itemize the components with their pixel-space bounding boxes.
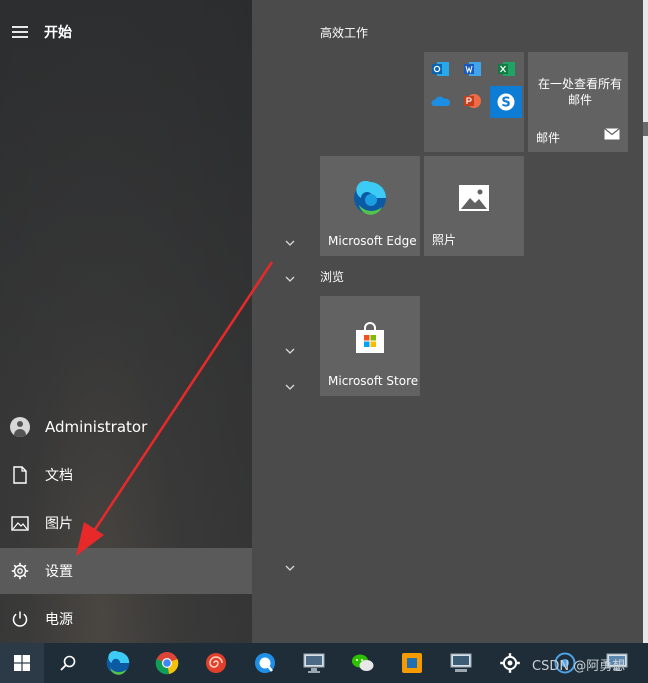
windows-start-button[interactable] (0, 643, 44, 683)
chrome-icon[interactable] (147, 643, 187, 683)
app-q-icon[interactable] (245, 643, 285, 683)
excel-icon[interactable] (496, 58, 518, 80)
user-avatar-icon (10, 417, 30, 437)
chevron-down-icon[interactable] (284, 383, 296, 391)
taskbar: CSDN @阿勇想 (0, 643, 648, 683)
photos-tile-label: 照片 (432, 233, 457, 247)
store-tile-label: Microsoft Store (328, 374, 419, 388)
word-icon[interactable] (462, 58, 484, 80)
nav-item-power-label: 电源 (45, 612, 73, 628)
power-icon (10, 609, 30, 629)
chevron-down-icon[interactable] (284, 275, 296, 283)
network-computer-icon[interactable] (441, 643, 481, 683)
edge-tile[interactable]: Microsoft Edge (320, 156, 420, 256)
search-icon[interactable] (48, 643, 88, 683)
mail-tile-text: 在一处查看所有邮件 (537, 77, 622, 107)
nav-item-documents-label: 文档 (45, 468, 73, 484)
powerpoint-icon[interactable] (462, 90, 484, 112)
photos-tile[interactable]: 照片 (424, 156, 524, 256)
nav-item-user-label: Administrator (45, 418, 148, 436)
settings-taskbar-icon[interactable] (490, 643, 530, 683)
hamburger-icon[interactable] (12, 26, 28, 38)
chevron-down-icon[interactable] (284, 564, 296, 572)
watermark-text: CSDN @阿勇想 (532, 659, 626, 674)
edge-icon (353, 180, 387, 219)
mail-tile-label: 邮件 (536, 131, 561, 145)
svg-text:S: S (501, 96, 510, 111)
group-title-browse[interactable]: 浏览 (320, 268, 344, 285)
chevron-down-icon[interactable] (284, 239, 296, 247)
envelope-icon (604, 125, 620, 144)
nav-item-documents[interactable]: 文档 (0, 452, 252, 498)
mail-tile[interactable]: 在一处查看所有邮件 邮件 (528, 52, 628, 152)
snail-app-icon[interactable] (196, 643, 236, 683)
nav-item-pictures-label: 图片 (45, 516, 73, 532)
wechat-icon[interactable] (343, 643, 383, 683)
onedrive-icon[interactable] (430, 90, 452, 112)
edge-tile-label: Microsoft Edge (328, 234, 417, 248)
background-window-edge (643, 0, 648, 643)
edge-taskbar-icon[interactable] (98, 643, 138, 683)
remote-desktop-icon[interactable] (294, 643, 334, 683)
outlook-icon[interactable] (430, 58, 452, 80)
nav-item-user[interactable]: Administrator (0, 404, 252, 450)
group-title-productivity[interactable]: 高效工作 (320, 24, 368, 41)
windows-logo-icon (14, 655, 30, 671)
nav-item-power[interactable]: 电源 (0, 596, 252, 642)
app-orange-icon[interactable] (392, 643, 432, 683)
store-tile[interactable]: Microsoft Store (320, 296, 420, 396)
picture-icon (10, 513, 30, 533)
chevron-down-icon[interactable] (284, 347, 296, 355)
skype-icon[interactable]: S (490, 86, 522, 118)
photos-icon (459, 185, 489, 215)
nav-item-pictures[interactable]: 图片 (0, 500, 252, 546)
nav-item-settings-label: 设置 (45, 564, 73, 580)
document-icon (10, 465, 30, 485)
store-icon (354, 322, 386, 358)
gear-icon (10, 561, 30, 581)
office-apps-tile[interactable]: S (424, 52, 524, 152)
start-left-pane (0, 0, 252, 643)
start-title: 开始 (44, 25, 72, 41)
nav-item-settings[interactable]: 设置 (0, 548, 252, 594)
